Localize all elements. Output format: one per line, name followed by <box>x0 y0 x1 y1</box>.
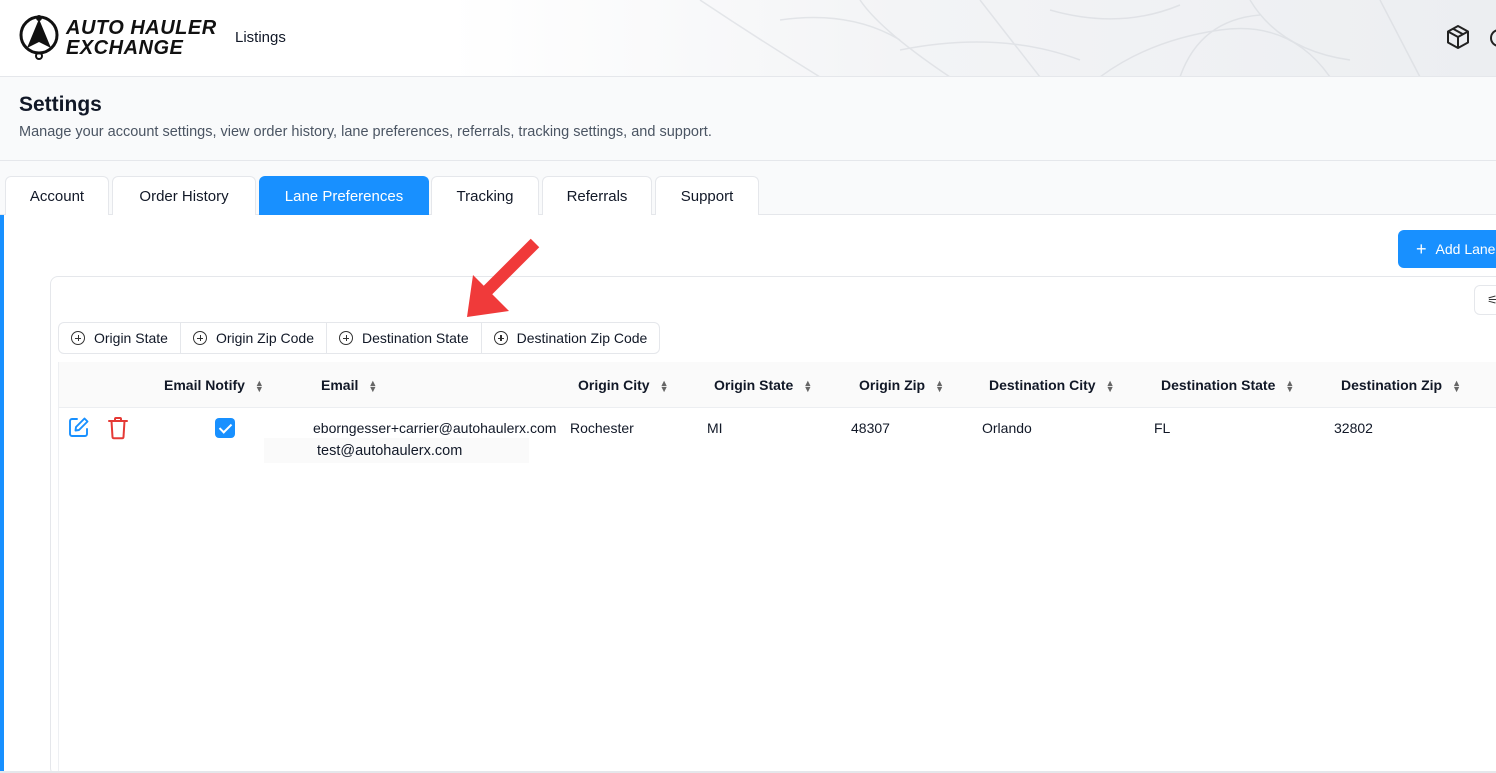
column-label: Destination State <box>1161 377 1276 393</box>
filter-label: Origin State <box>94 330 168 346</box>
email-cell-secondary: test@autohaulerx.com <box>317 443 463 459</box>
sort-icon: ▲ ▼ <box>935 378 945 395</box>
column-label: Email <box>321 377 359 393</box>
map-texture-background <box>699 0 1421 76</box>
cube-icon[interactable] <box>1444 23 1472 51</box>
plus-circle-icon <box>71 331 85 345</box>
column-label: Email Notify <box>164 377 245 393</box>
sort-icon: ▲ ▼ <box>254 378 264 395</box>
destination-city-cell: Orlando <box>982 420 1032 436</box>
column-label: Origin State <box>714 377 794 393</box>
column-destination-zip[interactable]: Destination Zip ▲ ▼ <box>1341 377 1462 395</box>
nav-listings-link[interactable]: Listings <box>235 29 286 46</box>
column-label: Origin City <box>578 377 650 393</box>
email-notify-checkbox[interactable] <box>215 418 235 438</box>
sort-icon: ▲ ▼ <box>1285 378 1295 395</box>
tab-referrals[interactable]: Referrals <box>542 176 652 215</box>
filter-origin-state[interactable]: Origin State <box>58 322 181 354</box>
tab-support[interactable]: Support <box>655 176 759 215</box>
sort-icon: ▲ ▼ <box>659 378 669 395</box>
annotation-arrow-icon <box>467 238 540 317</box>
top-navigation: AUTO HAULER EXCHANGE Listings <box>0 0 1496 77</box>
plus-circle-icon <box>192 331 207 345</box>
column-label: Destination Zip <box>1341 377 1443 393</box>
page-subtitle: Manage your account settings, view order… <box>19 124 712 140</box>
origin-state-cell: MI <box>707 420 723 436</box>
column-label: Destination City <box>989 377 1096 393</box>
plus-circle-icon <box>493 331 508 345</box>
tab-account[interactable]: Account <box>5 176 109 215</box>
email-cell: eborngesser+carrier@autohaulerx.com <box>313 420 557 436</box>
tab-tracking[interactable]: Tracking <box>431 176 539 215</box>
lanes-table: Email Notify ▲ ▼ Email ▲ ▼ Origin City ▲ ▼ Ori… <box>58 362 1496 773</box>
sort-icon: ▲ ▼ <box>803 378 813 395</box>
page-header: Settings Manage your account settings, v… <box>0 77 1496 161</box>
column-email-notify[interactable]: Email Notify ▲ ▼ <box>164 377 264 395</box>
trash-icon[interactable] <box>107 416 129 440</box>
origin-zip-cell: 48307 <box>851 420 890 436</box>
column-destination-state[interactable]: Destination State ▲ ▼ <box>1161 377 1295 395</box>
brand-logo[interactable]: AUTO HAULER EXCHANGE <box>18 14 217 62</box>
brand-line-2: EXCHANGE <box>66 37 184 59</box>
sort-icon: ▲ ▼ <box>1452 378 1462 395</box>
logo-mark-icon <box>19 15 59 60</box>
column-label: Origin Zip <box>859 377 926 393</box>
filter-label: Destination Zip Code <box>516 330 648 346</box>
column-settings-button[interactable]: ⚟ <box>1474 285 1496 315</box>
column-email[interactable]: Email ▲ ▼ <box>321 377 378 395</box>
tab-order-history[interactable]: Order History <box>112 176 256 215</box>
brand-line-1: AUTO HAULER <box>66 17 217 39</box>
active-section-accent <box>0 215 4 773</box>
filter-label: Origin Zip Code <box>215 330 314 346</box>
sort-icon: ▲ ▼ <box>1105 378 1115 395</box>
filter-label: Destination State <box>361 330 469 346</box>
destination-zip-cell: 32802 <box>1334 420 1373 436</box>
sliders-icon: ⚟ <box>1487 293 1496 307</box>
page-title: Settings <box>19 93 102 116</box>
plus-icon: + <box>1416 239 1427 259</box>
add-lane-label: Add Lane <box>1435 241 1496 257</box>
table-header: Email Notify ▲ ▼ Email ▲ ▼ Origin City ▲ ▼ Ori… <box>59 362 1496 408</box>
edit-icon[interactable] <box>68 416 90 438</box>
column-origin-city[interactable]: Origin City ▲ ▼ <box>578 377 669 395</box>
origin-city-cell: Rochester <box>570 420 634 436</box>
column-destination-city[interactable]: Destination City ▲ ▼ <box>989 377 1115 395</box>
tab-lane-preferences[interactable]: Lane Preferences <box>259 176 429 215</box>
filter-origin-zip-code[interactable]: Origin Zip Code <box>179 322 327 354</box>
settings-tabs: Account Order History Lane Preferences T… <box>0 161 1496 215</box>
destination-state-cell: FL <box>1154 420 1171 436</box>
column-origin-state[interactable]: Origin State ▲ ▼ <box>714 377 813 395</box>
brand-name: AUTO HAULER EXCHANGE <box>66 18 217 58</box>
filter-bar: Origin State Origin Zip Code Destination… <box>58 322 661 354</box>
sort-icon: ▲ ▼ <box>368 378 378 395</box>
add-lane-button[interactable]: + Add Lane <box>1398 230 1496 268</box>
column-origin-zip[interactable]: Origin Zip ▲ ▼ <box>859 377 945 395</box>
plus-circle-icon <box>338 331 353 345</box>
